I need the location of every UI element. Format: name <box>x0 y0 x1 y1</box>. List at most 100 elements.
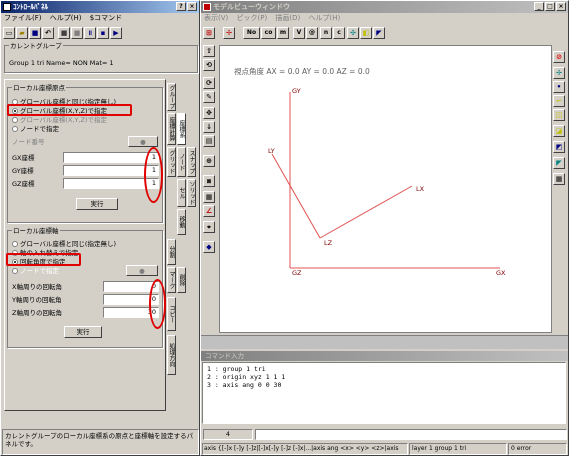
axis-group-title: ローカル座標軸 <box>12 227 60 235</box>
face-pick-icon[interactable]: ◫ <box>553 109 565 121</box>
fill-icon[interactable]: ▤ <box>203 135 215 147</box>
control-panel-titlebar[interactable]: ｺﾝﾄﾛｰﾙﾊﾟﾈﾙ ? × <box>1 1 199 13</box>
axis-toggle-icon[interactable]: ✢ <box>223 27 235 39</box>
cube-pick-icon[interactable]: ◩ <box>553 141 565 153</box>
axis-label-gy: GY <box>292 87 301 95</box>
axis-label-lx: LX <box>416 185 425 193</box>
help-button[interactable]: ? <box>176 2 186 11</box>
model-canvas[interactable]: 視点角度 AX = 0.0 AY = 0.0 AZ = 0.0 GY LY LX… <box>219 45 552 333</box>
c-toggle[interactable]: c <box>333 27 345 39</box>
pick-node-icon[interactable]: ✣ <box>347 27 359 39</box>
save-icon[interactable]: ■ <box>29 27 41 39</box>
tab-coord-calc[interactable]: 座標計算 <box>167 113 176 145</box>
tab-delete[interactable]: 削除 <box>177 267 186 293</box>
axis-option-1[interactable]: グローバル座標と同じ(指定無し) <box>12 240 116 248</box>
solid-pick-icon[interactable]: ◪ <box>553 125 565 137</box>
co-toggle[interactable]: co <box>261 27 276 39</box>
axis-exec-button[interactable]: 実行 <box>64 326 102 338</box>
origin-exec-button[interactable]: 実行 <box>76 198 118 210</box>
origin-option-3[interactable]: グローバル座標(X,Y,Z)で指定 <box>12 116 107 124</box>
n-toggle[interactable]: n <box>320 27 332 39</box>
minimize-button[interactable]: _ <box>534 2 544 11</box>
angle-icon[interactable]: ∠ <box>203 205 215 217</box>
point-icon[interactable]: • <box>553 81 565 93</box>
close-button[interactable]: × <box>187 2 197 11</box>
current-group-label: カレントグループ <box>9 42 63 50</box>
box-icon[interactable]: ⧈ <box>203 175 215 187</box>
grid-pick-icon[interactable]: ▦ <box>553 173 565 185</box>
tab-coord-system[interactable]: 座標系 <box>177 113 186 145</box>
new-file-icon[interactable]: ▭ <box>3 27 15 39</box>
arrow-pick-icon[interactable]: ◤ <box>553 157 565 169</box>
rotate-y-icon[interactable]: ⟲ <box>203 59 215 71</box>
tab-process-direction[interactable]: 処理方向 <box>167 335 176 375</box>
tab-move[interactable]: 移動 <box>177 209 186 235</box>
move-up-icon[interactable]: ⇧ <box>203 45 215 57</box>
v-toggle[interactable]: V <box>293 27 305 39</box>
maximize-button[interactable]: □ <box>545 2 555 11</box>
at-toggle[interactable]: @ <box>306 27 318 39</box>
node-pick-button[interactable]: ● <box>128 136 158 147</box>
number-toggle[interactable]: No <box>243 27 260 39</box>
target-icon[interactable]: ⊕ <box>203 155 215 167</box>
control-panel-window: ｺﾝﾄﾛｰﾙﾊﾟﾈﾙ ? × ファイル(F) ヘルプ(H) $コマンド ▭ ▰ … <box>0 0 200 456</box>
record-icon[interactable]: ▪ <box>97 27 109 39</box>
radio-icon <box>12 241 18 247</box>
pick-arrow-icon[interactable]: ◤ <box>373 27 385 39</box>
command-titlebar: コマンド入力 <box>201 351 568 361</box>
down-icon[interactable]: ↓ <box>203 121 215 133</box>
axis-label-gz: GZ <box>292 269 302 277</box>
menu-help[interactable]: ヘルプ(H) <box>306 14 344 22</box>
pan-icon[interactable]: ✥ <box>203 107 215 119</box>
pick-tools: ⊘ ✢ • ⌐ ◫ ◪ ◩ ◤ ▦ <box>553 51 567 191</box>
tab-mark[interactable]: マーク <box>167 267 176 293</box>
view-tools: ⇧ ⟲ ⟳ ✎ ✥ ↓ ▤ ⊕ ⧈ ▦ ∠ ⌖ ◆ <box>203 45 217 265</box>
node-pick-icon[interactable]: ✢ <box>553 67 565 79</box>
menu-draw[interactable]: 描画(D) <box>272 14 303 22</box>
view-icon[interactable]: ⊞ <box>203 27 215 39</box>
palette-icon[interactable]: ◆ <box>203 241 215 253</box>
control-menubar: ファイル(F) ヘルプ(H) $コマンド <box>1 13 199 24</box>
axis-node-pick-button[interactable]: ● <box>126 265 158 276</box>
tab-grid[interactable]: グリッド <box>167 147 176 177</box>
model-menubar: 表示(V) ピック(P) 描画(D) ヘルプ(H) <box>201 13 568 24</box>
undo-icon[interactable]: ↶ <box>42 27 54 39</box>
no-pick-icon[interactable]: ⊘ <box>553 51 565 63</box>
pick-face-icon[interactable]: ◧ <box>360 27 372 39</box>
menu-help[interactable]: ヘルプ(H) <box>47 14 85 22</box>
menu-file[interactable]: ファイル(F) <box>1 14 45 22</box>
rotate-icon[interactable]: ⟳ <box>203 77 215 89</box>
open-folder-icon[interactable]: ▰ <box>16 27 28 39</box>
line-pick-icon[interactable]: ⌐ <box>553 95 565 107</box>
tab-solid[interactable]: ソリッド <box>187 179 196 207</box>
tab-node[interactable]: ノード <box>177 147 186 177</box>
stop2-icon[interactable]: ■ <box>71 27 83 39</box>
menu-view[interactable]: 表示(V) <box>201 14 231 22</box>
origin-option-4[interactable]: ノードで指定 <box>12 125 59 133</box>
local-y-axis <box>271 153 321 239</box>
stack-icon[interactable]: ▦ <box>203 191 215 203</box>
canvas-scrollbar[interactable] <box>201 335 568 349</box>
axis-option-4[interactable]: ノードで指定 <box>12 267 59 275</box>
command-history[interactable]: 1 : group 1 tri 2 : origin xyz 1 1 1 3 :… <box>202 362 566 424</box>
axis-group: ローカル座標軸 グローバル座標と同じ(指定無し) 軸の入れ替えで指定 回転角度で… <box>7 227 163 348</box>
pause-icon[interactable]: ॥ <box>84 27 96 39</box>
tab-group[interactable]: グループ <box>167 83 176 111</box>
command-number: 4 <box>203 429 253 440</box>
close-button[interactable]: × <box>556 2 566 11</box>
tab-split[interactable]: 分割 <box>167 239 176 265</box>
tab-copy[interactable]: コピー <box>167 297 176 331</box>
highlight-origin-option <box>7 104 132 116</box>
tab-snap[interactable]: スナップ <box>187 147 196 177</box>
m-toggle[interactable]: m <box>277 27 289 39</box>
menu-pick[interactable]: ピック(P) <box>234 14 271 22</box>
pencil-icon[interactable]: ✎ <box>203 91 215 103</box>
command-input[interactable] <box>255 429 567 440</box>
menu-command[interactable]: $コマンド <box>87 14 125 22</box>
stop-icon[interactable]: ■ <box>58 27 70 39</box>
play-icon[interactable]: ▶ <box>110 27 122 39</box>
compass-icon[interactable]: ⌖ <box>203 221 215 233</box>
tab-cell[interactable]: セル <box>177 179 186 207</box>
local-x-axis <box>319 185 413 239</box>
model-view-titlebar[interactable]: モデルビューウィンドウ _ □ × <box>201 1 568 13</box>
